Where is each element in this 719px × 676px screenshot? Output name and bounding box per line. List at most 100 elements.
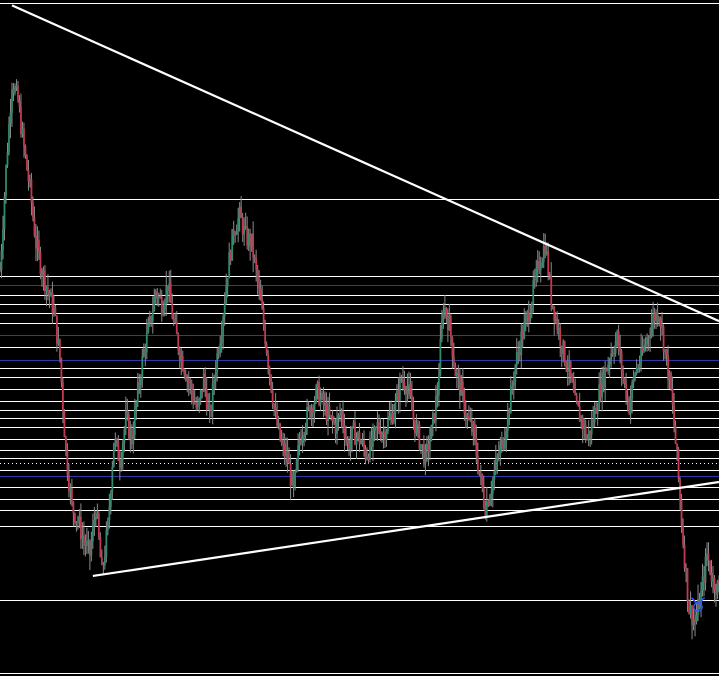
candle-body [635, 367, 638, 374]
candle-body [412, 410, 415, 420]
markers: ♉ [689, 593, 707, 617]
candle-body [255, 258, 258, 270]
candle-body [523, 321, 526, 339]
candle-body [145, 332, 148, 353]
candle-body [452, 356, 455, 366]
candle-body [488, 498, 491, 506]
candle-body [6, 152, 9, 166]
candle-body [39, 251, 42, 274]
candle-body [631, 382, 634, 399]
candle-body [497, 455, 500, 457]
candle-body [461, 381, 464, 392]
candle-body [617, 331, 620, 350]
candle-body [315, 387, 317, 402]
candle-body [677, 448, 680, 480]
candle-body [97, 513, 100, 537]
candle-body [297, 445, 299, 460]
candle-body [673, 404, 675, 427]
candle-body [265, 343, 268, 354]
candle-body [120, 459, 123, 468]
candle-body [378, 421, 380, 431]
candle-body [381, 434, 383, 438]
candle-body [632, 377, 635, 383]
candle-body [8, 123, 10, 153]
candle-body [496, 456, 499, 460]
candle-body [572, 381, 575, 392]
candle-body [476, 455, 479, 471]
candle-body [123, 429, 126, 443]
candle-body [634, 373, 637, 378]
candle-body [204, 373, 207, 389]
candle-body [47, 286, 49, 292]
candle-body [171, 302, 174, 319]
candle-body [473, 423, 476, 438]
candle-body [551, 304, 554, 307]
candle-body [85, 541, 88, 547]
candle-body [563, 341, 566, 364]
candle-body [271, 390, 274, 405]
candle-body [147, 323, 150, 333]
candle-body [649, 336, 651, 338]
candle-body [9, 112, 12, 124]
candle-body [457, 373, 460, 376]
candle-body [133, 409, 136, 435]
candle-body [60, 358, 63, 383]
candle-body [5, 165, 7, 197]
candle-body [54, 307, 57, 316]
candle-body [264, 325, 267, 344]
candle-body [234, 234, 237, 236]
candle-body [63, 411, 66, 438]
candle-body [105, 530, 108, 557]
candle-body [103, 556, 106, 566]
candle-body [213, 380, 216, 384]
candle-body [91, 525, 94, 542]
candle-body [14, 87, 16, 93]
candle-body [449, 315, 452, 338]
candle-body [59, 339, 61, 359]
candle-body [620, 351, 623, 372]
candle-body [547, 251, 550, 276]
candle-body [610, 353, 613, 362]
candle-body [159, 295, 162, 298]
chart-canvas[interactable]: ♉ [0, 0, 719, 676]
candle-body [162, 309, 165, 316]
candle-body [424, 449, 427, 465]
candle-body [79, 516, 82, 539]
candle-body [288, 461, 290, 464]
candle-body [306, 407, 308, 428]
candle-body [111, 466, 114, 493]
candle-body [515, 352, 518, 366]
candle-body [399, 378, 401, 401]
candle-body [177, 334, 180, 351]
candle-body [187, 378, 190, 383]
candle-body [259, 288, 262, 301]
candle-body [417, 423, 419, 425]
candle-body [530, 303, 533, 315]
candle-body [219, 343, 222, 354]
candle-body [613, 353, 616, 355]
candle-body [343, 425, 346, 438]
candle-body [577, 401, 580, 407]
candle-body [286, 450, 289, 462]
candle-body [280, 439, 283, 444]
candle-body [100, 557, 103, 565]
candle-body [66, 450, 69, 475]
trendline [92, 480, 719, 578]
candle-body [622, 371, 625, 379]
candle-body [349, 440, 352, 450]
candle-body [623, 378, 626, 383]
candle-body [90, 541, 93, 556]
candle-body [614, 341, 617, 354]
candle-body [132, 434, 135, 445]
candle-body [402, 379, 404, 382]
trendlines [11, 4, 719, 578]
candle-body [430, 425, 433, 441]
candle-body [665, 349, 668, 355]
candle-body [117, 440, 120, 461]
candle-body [243, 225, 246, 235]
candle-body [643, 346, 646, 352]
candle-body [112, 443, 115, 467]
candle-body [106, 520, 109, 531]
candle-body [342, 410, 344, 426]
candle-body [646, 337, 648, 345]
